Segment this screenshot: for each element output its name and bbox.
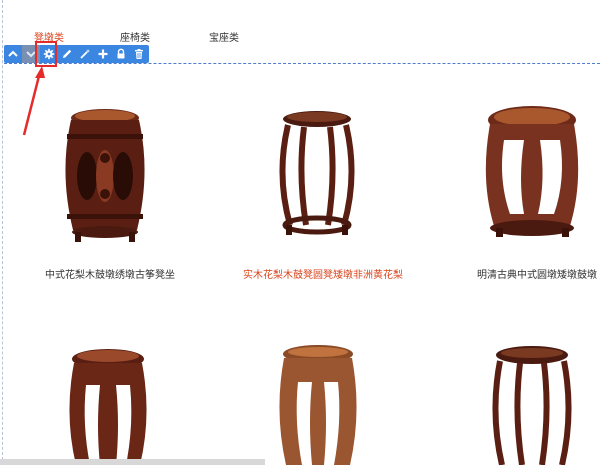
delete-button[interactable] bbox=[130, 45, 148, 63]
section-guide-line bbox=[4, 63, 600, 64]
product-caption[interactable]: 实木花梨木鼓凳圆凳矮墩非洲黄花梨 bbox=[243, 266, 403, 281]
product-image-drum-stool bbox=[279, 111, 355, 235]
product-caption[interactable]: 中式花梨木鼓墩绣墩古筝凳坐 bbox=[45, 266, 175, 281]
horizontal-scrollbar[interactable] bbox=[0, 459, 265, 465]
add-button[interactable] bbox=[94, 45, 112, 63]
lock-button[interactable] bbox=[112, 45, 130, 63]
lock-icon bbox=[115, 48, 127, 60]
left-guide-line bbox=[2, 0, 3, 465]
tab-thrones[interactable]: 宝座类 bbox=[209, 29, 239, 44]
product-image-round-stool bbox=[485, 106, 579, 237]
move-up-button[interactable] bbox=[4, 45, 22, 63]
chevron-up-icon bbox=[7, 48, 19, 60]
product-image-carved-stool bbox=[65, 109, 145, 242]
settings-highlight-box bbox=[35, 41, 57, 67]
magic-wand-icon bbox=[79, 48, 91, 60]
category-tabs: 凳墩类 座椅类 宝座类 bbox=[0, 26, 600, 46]
plus-icon bbox=[97, 48, 109, 60]
tab-chairs[interactable]: 座椅类 bbox=[120, 29, 150, 44]
trash-icon bbox=[133, 48, 145, 60]
product-image-stool bbox=[69, 349, 147, 465]
style-button[interactable] bbox=[76, 45, 94, 63]
product-image-light-stool bbox=[279, 345, 357, 465]
pencil-icon bbox=[61, 48, 73, 60]
edit-button[interactable] bbox=[58, 45, 76, 63]
element-edit-toolbar bbox=[4, 45, 149, 63]
product-image-openwork-stool bbox=[492, 346, 572, 465]
product-caption[interactable]: 明清古典中式圆墩矮墩鼓墩 bbox=[477, 266, 597, 281]
